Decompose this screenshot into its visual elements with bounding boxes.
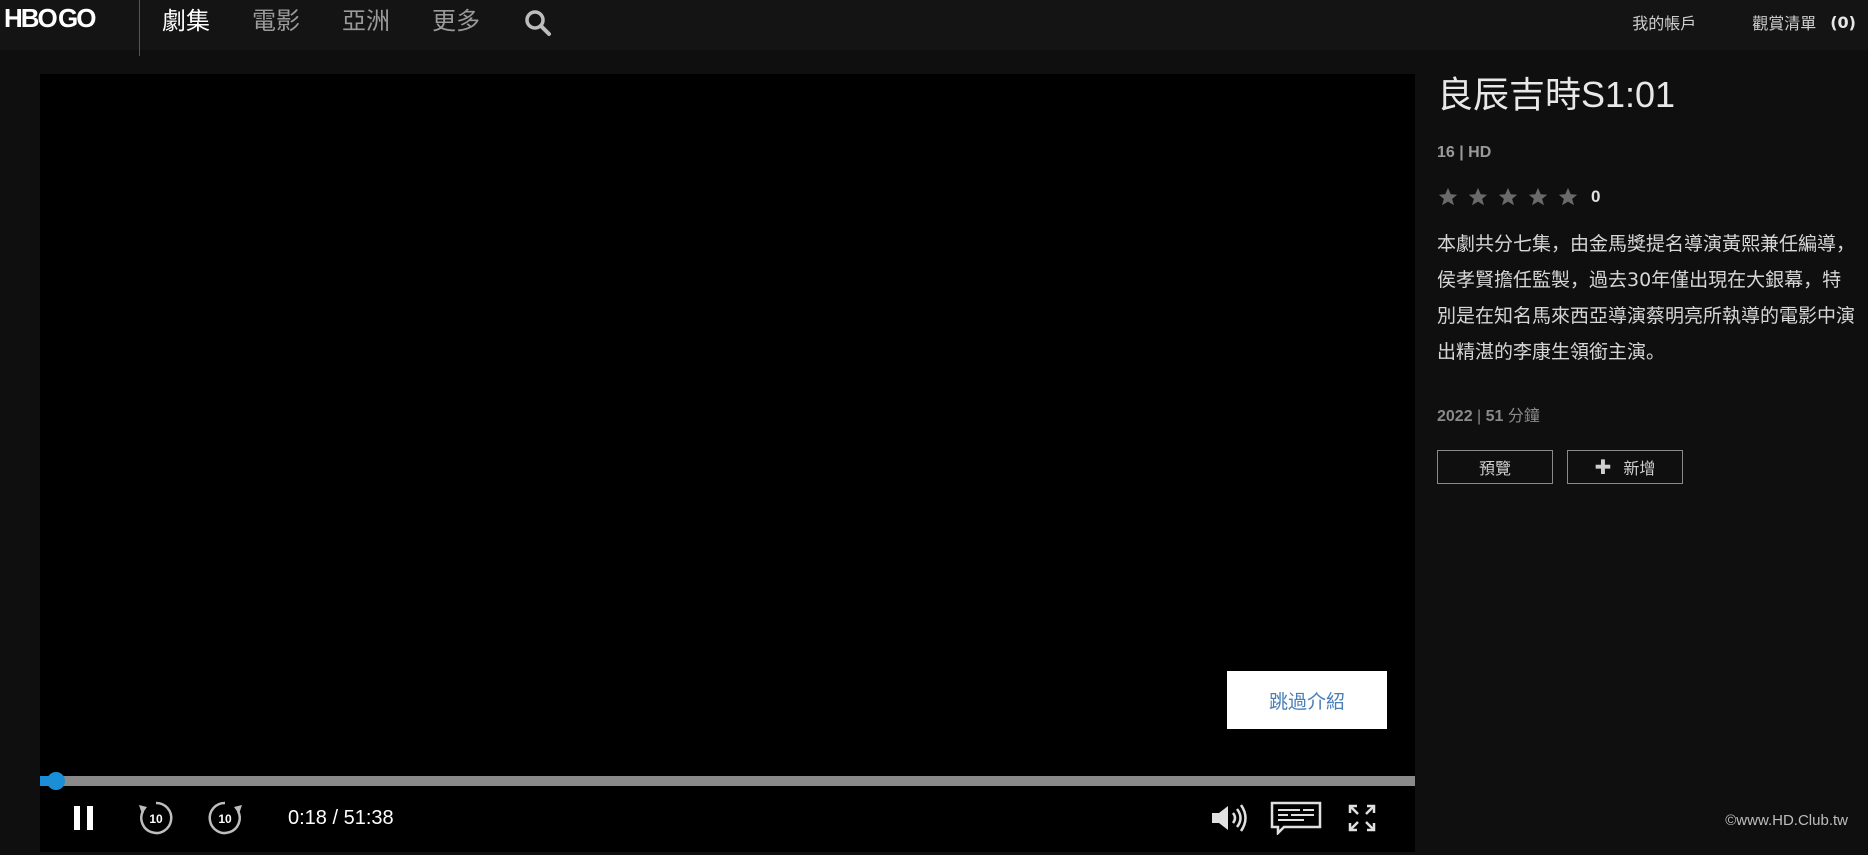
action-buttons: 預覽 ✚ 新增 [1437, 450, 1857, 484]
add-button-label: 新增 [1623, 459, 1656, 478]
add-to-list-button[interactable]: ✚ 新增 [1567, 450, 1683, 484]
star-icon[interactable] [1497, 186, 1519, 208]
time-display: 0:18 / 51:38 [288, 807, 394, 829]
progress-thumb[interactable] [47, 772, 65, 790]
year-duration-meta: 2022 | 51 分鐘 [1437, 402, 1857, 426]
episode-title: 良辰吉時S1:01 [1437, 74, 1676, 115]
watchlist-count: (0) [1830, 12, 1856, 32]
nav-item-more[interactable]: 更多 [432, 6, 480, 36]
star-icon[interactable] [1467, 186, 1489, 208]
episode-info-panel: 良辰吉時S1:01 16 | HD 0 本劇共分七集，由金馬獎提名導演黃熙兼任編… [1437, 60, 1857, 484]
top-nav-bar: HBO GO 劇集 電影 亞洲 更多 我的帳戶 觀賞清單 (0) [0, 0, 1868, 56]
star-icon[interactable] [1527, 186, 1549, 208]
header-right: 我的帳戶 觀賞清單 (0) [1632, 10, 1856, 34]
star-icon[interactable] [1557, 186, 1579, 208]
search-icon[interactable] [524, 9, 552, 37]
preview-button[interactable]: 預覽 [1437, 450, 1553, 484]
subtitles-icon[interactable] [1268, 798, 1324, 838]
rating-quality-meta: 16 | HD [1437, 144, 1492, 161]
nav-item-series[interactable]: 劇集 [162, 6, 210, 36]
account-link[interactable]: 我的帳戶 [1632, 10, 1696, 34]
watermark: ©www.HD.Club.tw [1725, 812, 1848, 829]
svg-text:GO: GO [58, 4, 96, 32]
forward-label: 10 [218, 812, 232, 826]
nav-item-asia[interactable]: 亞洲 [342, 6, 390, 36]
episode-description: 本劇共分七集，由金馬獎提名導演黃熙兼任編導，侯孝賢擔任監製，過去30年僅出現在大… [1437, 233, 1856, 363]
skip-intro-button[interactable]: 跳過介紹 [1227, 671, 1387, 729]
plus-icon: ✚ [1594, 455, 1612, 479]
duration-number: 51 [1485, 408, 1504, 425]
meta-separator: | [1477, 408, 1486, 425]
release-year: 2022 [1437, 408, 1473, 425]
star-icon[interactable] [1437, 186, 1459, 208]
svg-text:HBO: HBO [4, 4, 58, 32]
header-divider [139, 0, 140, 56]
duration-unit: 分鐘 [1507, 408, 1540, 425]
pause-icon[interactable] [62, 798, 106, 838]
watchlist-link[interactable]: 觀賞清單 [1752, 10, 1816, 34]
fullscreen-icon[interactable] [1340, 798, 1384, 838]
rewind-label: 10 [149, 812, 163, 826]
progress-bar[interactable] [40, 772, 1415, 790]
rating-count: 0 [1591, 187, 1601, 206]
hbo-go-logo-mark: HBO GO [4, 3, 98, 33]
forward-10-icon[interactable]: 10 [203, 798, 247, 838]
volume-icon[interactable] [1208, 798, 1252, 838]
main-nav: 劇集 電影 亞洲 更多 [162, 6, 522, 36]
star-rating[interactable]: 0 [1437, 186, 1857, 208]
rewind-10-icon[interactable]: 10 [134, 798, 178, 838]
video-player[interactable]: 跳過介紹 10 10 0:18 / 51:38 [40, 74, 1415, 852]
nav-item-movies[interactable]: 電影 [252, 6, 300, 36]
hbo-go-logo[interactable]: HBO GO [4, 3, 124, 36]
